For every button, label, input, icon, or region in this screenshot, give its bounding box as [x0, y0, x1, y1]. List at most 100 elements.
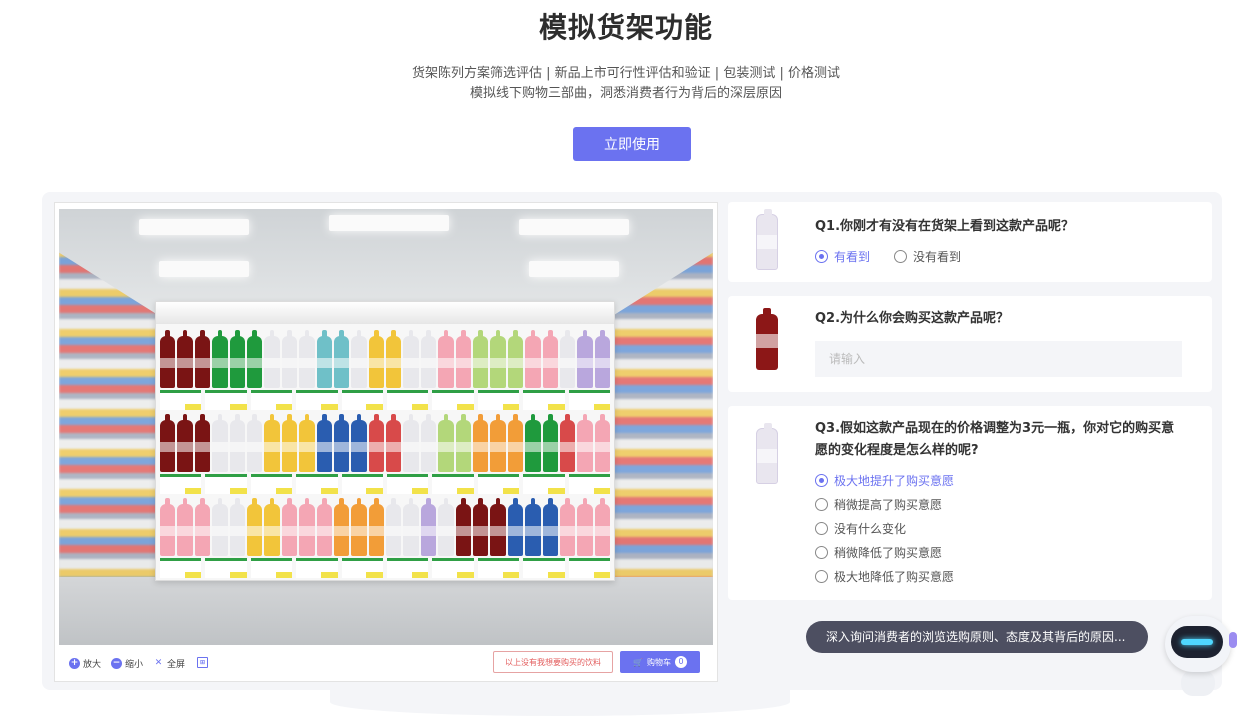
option-slightly-increased[interactable]: 稍微提高了购买意愿	[815, 496, 942, 513]
product-bottle[interactable]	[490, 498, 507, 556]
product-bottle[interactable]	[177, 330, 194, 388]
option-slightly-decreased[interactable]: 稍微降低了购买意愿	[815, 544, 942, 561]
product-bottle[interactable]	[473, 498, 489, 556]
product-bottle[interactable]	[403, 330, 420, 388]
product-bottle[interactable]	[542, 414, 559, 472]
product-bottle[interactable]	[351, 330, 368, 388]
use-now-button[interactable]: 立即使用	[573, 127, 691, 161]
product-bottle[interactable]	[316, 414, 333, 472]
option-not-seen[interactable]: 没有看到	[894, 248, 961, 265]
product-bottle[interactable]	[316, 330, 333, 388]
product-bottle[interactable]	[594, 498, 611, 556]
product-bottle[interactable]	[438, 330, 455, 388]
product-bottle[interactable]	[577, 330, 594, 388]
product-bottle[interactable]	[473, 330, 489, 388]
product-bottle[interactable]	[455, 330, 472, 388]
product-bottle[interactable]	[542, 330, 559, 388]
product-bottle[interactable]	[333, 498, 350, 556]
option-greatly-decreased[interactable]: 极大地降低了购买意愿	[815, 568, 954, 585]
product-bottle[interactable]	[333, 330, 350, 388]
product-bottle[interactable]	[559, 498, 576, 556]
product-bottle[interactable]	[542, 498, 559, 556]
product-bottle[interactable]	[281, 498, 298, 556]
product-bottle[interactable]	[368, 498, 385, 556]
product-bottle[interactable]	[177, 414, 194, 472]
product-bottle[interactable]	[264, 414, 281, 472]
product-bottle[interactable]	[299, 498, 315, 556]
ceiling-light	[139, 219, 249, 235]
product-bottle[interactable]	[403, 414, 420, 472]
option-no-change[interactable]: 没有什么变化	[815, 520, 906, 537]
product-bottle[interactable]	[351, 414, 368, 472]
product-bottle[interactable]	[264, 330, 281, 388]
option-greatly-increased[interactable]: 极大地提升了购买意愿	[815, 472, 954, 489]
product-bottle[interactable]	[420, 498, 437, 556]
grid-view-button[interactable]: ⊞	[197, 657, 208, 668]
product-bottle[interactable]	[160, 330, 176, 388]
product-bottle[interactable]	[559, 330, 576, 388]
product-bottle[interactable]	[264, 498, 281, 556]
product-bottle[interactable]	[403, 498, 420, 556]
product-bottle[interactable]	[438, 498, 455, 556]
product-bottle[interactable]	[473, 414, 489, 472]
product-bottle[interactable]	[525, 414, 541, 472]
product-bottle[interactable]	[525, 498, 541, 556]
fullscreen-button[interactable]: ✕ 全屏	[153, 657, 185, 670]
product-bottle[interactable]	[229, 498, 246, 556]
product-bottle[interactable]	[160, 414, 176, 472]
product-bottle[interactable]	[420, 414, 437, 472]
product-bottle[interactable]	[351, 498, 368, 556]
product-bottle[interactable]	[194, 414, 211, 472]
product-bottle[interactable]	[194, 330, 211, 388]
ceiling-light	[529, 261, 619, 277]
option-seen[interactable]: 有看到	[815, 248, 870, 265]
product-bottle[interactable]	[212, 414, 228, 472]
product-bottle[interactable]	[420, 330, 437, 388]
product-bottle[interactable]	[368, 330, 385, 388]
product-bottle[interactable]	[577, 498, 594, 556]
product-bottle[interactable]	[281, 414, 298, 472]
product-bottle[interactable]	[194, 498, 211, 556]
product-bottle[interactable]	[299, 330, 315, 388]
store-aisle-image[interactable]	[59, 209, 713, 647]
no-desired-product-button[interactable]: 以上没有我想要购买的饮料	[493, 651, 613, 673]
product-bottle[interactable]	[438, 414, 455, 472]
product-bottle[interactable]	[594, 414, 611, 472]
cart-button[interactable]: 🛒 购物车 0	[620, 651, 700, 673]
option-label: 没有什么变化	[834, 522, 907, 536]
product-bottle[interactable]	[386, 414, 402, 472]
product-bottle[interactable]	[455, 498, 472, 556]
product-bottle[interactable]	[212, 330, 228, 388]
product-bottle[interactable]	[177, 498, 194, 556]
product-bottle[interactable]	[333, 414, 350, 472]
product-bottle[interactable]	[299, 414, 315, 472]
product-bottle[interactable]	[229, 414, 246, 472]
product-bottle[interactable]	[559, 414, 576, 472]
product-bottle[interactable]	[386, 498, 402, 556]
product-bottle[interactable]	[507, 498, 524, 556]
product-bottle[interactable]	[594, 330, 611, 388]
reason-input[interactable]	[815, 341, 1182, 377]
product-bottle[interactable]	[507, 414, 524, 472]
product-bottle[interactable]	[246, 414, 263, 472]
robot-assistant-icon[interactable]	[1163, 610, 1243, 700]
product-bottle[interactable]	[229, 330, 246, 388]
product-bottle[interactable]	[490, 414, 507, 472]
product-bottle[interactable]	[386, 330, 402, 388]
product-bottle[interactable]	[507, 330, 524, 388]
product-bottle[interactable]	[212, 498, 228, 556]
product-bottle[interactable]	[316, 498, 333, 556]
product-bottle[interactable]	[368, 414, 385, 472]
expand-icon: ✕	[154, 658, 163, 668]
shelf-row-2	[160, 414, 611, 472]
product-bottle[interactable]	[160, 498, 176, 556]
product-bottle[interactable]	[281, 330, 298, 388]
product-bottle[interactable]	[490, 330, 507, 388]
product-bottle[interactable]	[246, 498, 263, 556]
product-bottle[interactable]	[246, 330, 263, 388]
product-bottle[interactable]	[525, 330, 541, 388]
product-bottle[interactable]	[455, 414, 472, 472]
zoom-in-button[interactable]: + 放大	[69, 657, 101, 670]
zoom-out-button[interactable]: − 缩小	[111, 657, 143, 670]
product-bottle[interactable]	[577, 414, 594, 472]
